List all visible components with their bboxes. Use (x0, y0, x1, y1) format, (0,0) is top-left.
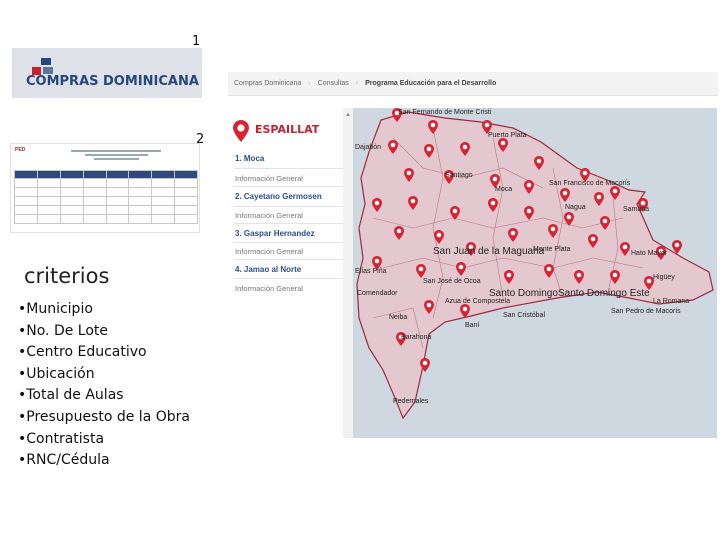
map-label: Puerto Plata (488, 132, 527, 139)
map-label: San Francisco de Macorís (549, 180, 631, 187)
map-canvas (356, 108, 714, 420)
divider (234, 206, 346, 207)
island-shape (356, 111, 714, 420)
map-label: Elías Piña (355, 268, 387, 275)
criterio-item: •RNC/Cédula (18, 452, 110, 469)
slide: 1 COMPRAS DOMINICANA 2 PED criterios •Mu… (0, 0, 720, 540)
divider (234, 186, 346, 187)
province-panel: ESPAILLAT 1. Moca Información General 2.… (228, 108, 354, 438)
map-pin-icon (233, 120, 249, 142)
map-label: Santo Domingo Este (558, 288, 650, 299)
thumbnail-logo: PED (15, 147, 26, 153)
breadcrumb: Compras Dominicana › Consultas › Program… (228, 72, 718, 96)
criterio-item: •Municipio (18, 301, 93, 317)
breadcrumb-item-consultas[interactable]: Consultas (312, 80, 355, 87)
municipality-link-cayetano-germosen[interactable]: 2. Cayetano Germosen (235, 192, 322, 201)
criterio-item: •Ubicación (18, 365, 95, 382)
province-title: ESPAILLAT (255, 123, 320, 136)
criterio-item: •Contratista (18, 430, 105, 447)
map-label: Dajabón (355, 144, 382, 151)
info-link[interactable]: Información General (235, 284, 303, 293)
map-label: Samaná (623, 206, 650, 213)
breadcrumb-item-current: Programa Educación para el Desarrollo (365, 80, 497, 87)
criterio-item: •Presupuesto de la Obra (18, 408, 190, 425)
map-label: San Pedro de Macorís (611, 308, 681, 315)
map-label: Hato Mayor (631, 250, 668, 257)
compras-dominicana-logo: COMPRAS DOMINICANA (12, 48, 202, 98)
map-label: San Fernando de Monte Cristi (398, 109, 492, 116)
criterio-item: •Centro Educativo (18, 344, 147, 361)
map-label: Pedernales (393, 398, 429, 405)
panel-scrollbar[interactable] (343, 108, 353, 438)
map-label: San Juan de la Maguana (433, 246, 545, 257)
map-label: Neiba (389, 314, 408, 321)
divider (234, 168, 346, 169)
municipality-link-moca[interactable]: 1. Moca (235, 154, 264, 163)
map-label: Comendador (357, 290, 398, 297)
info-link[interactable]: Información General (235, 247, 303, 256)
criterios-list: •Municipio •No. De Lote •Centro Educativ… (18, 299, 190, 472)
map-label: Moca (495, 186, 513, 193)
breadcrumb-item-home[interactable]: Compras Dominicana (228, 80, 307, 87)
map-label: Barahona (401, 334, 432, 341)
map-label: Santiago (445, 172, 473, 179)
map-label: Azua de Compostela (445, 298, 510, 305)
map-label: San Cristóbal (503, 312, 546, 319)
divider (234, 259, 346, 260)
map-label: San José de Ocoa (423, 278, 481, 285)
divider (234, 278, 346, 279)
divider (234, 242, 346, 243)
info-link[interactable]: Información General (235, 174, 303, 183)
criterios-title: criterios (24, 264, 110, 288)
map-label: La Romana (653, 298, 690, 305)
map-label: Nagua (565, 204, 586, 211)
criterio-item: •No. De Lote (18, 322, 109, 339)
divider (234, 223, 346, 224)
province-map[interactable]: San Fernando de Monte Cristi Puerto Plat… (353, 108, 717, 438)
municipality-link-gaspar-hernandez[interactable]: 3. Gaspar Hernandez (235, 229, 315, 238)
label-number-1: 1 (192, 34, 201, 49)
map-label: Baní (465, 322, 480, 329)
scroll-up-arrow-icon[interactable]: ▲ (345, 112, 351, 118)
municipality-link-jamao-al-norte[interactable]: 4. Jamao al Norte (235, 265, 301, 274)
thumbnail-header (71, 148, 161, 162)
document-thumbnail: PED (10, 143, 200, 233)
thumbnail-table (14, 170, 198, 224)
criterio-item: •Total de Aulas (18, 387, 124, 404)
info-link[interactable]: Información General (235, 211, 303, 220)
logo-text: COMPRAS DOMINICANA (26, 74, 199, 89)
map-label: Higüey (653, 274, 675, 281)
